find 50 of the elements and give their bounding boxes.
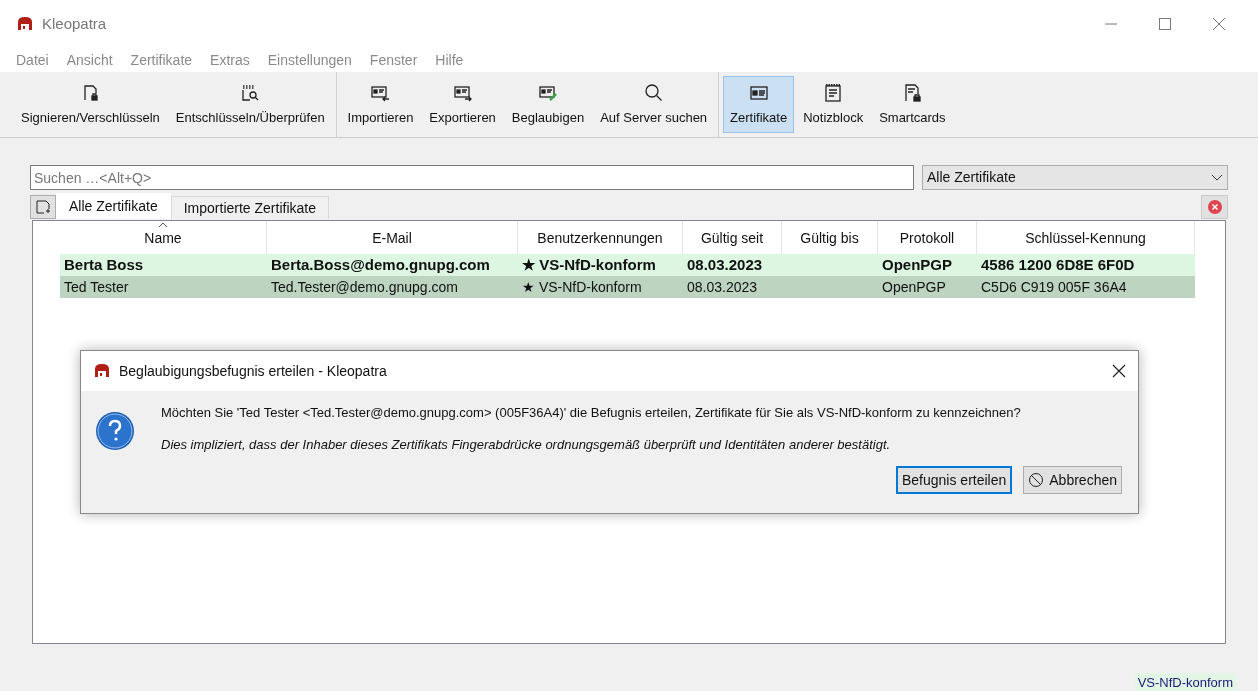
menu-item[interactable]: Datei	[16, 49, 49, 71]
tab[interactable]: Importierte Zertifikate	[170, 196, 329, 219]
close-icon	[1206, 199, 1223, 215]
toolbar-button[interactable]: Entschlüsseln/Überprüfen	[168, 76, 332, 133]
table-cell: 4586 1200 6D8E 6F0D	[981, 255, 1135, 273]
toolbar-button[interactable]: Beglaubigen	[504, 76, 592, 133]
menu-item[interactable]: Fenster	[369, 49, 418, 71]
table-cell: C5D6 C919 005F 36A4	[981, 278, 1127, 295]
table-row[interactable]: Ted Tester Ted.Tester@demo.gnupg.com ★ VS-NfD-konform 08.03.2023 OpenPGP C5D6 C919 005F 36A4	[60, 276, 1195, 298]
table-cell: Ted Tester	[64, 278, 129, 295]
toolbar-button[interactable]: Signieren/Verschlüsseln	[14, 76, 167, 133]
toolbar-button[interactable]: Auf Server suchen	[593, 76, 715, 133]
filter-dropdown[interactable]: Alle Zertifikate	[922, 165, 1228, 190]
cancel-icon	[1028, 472, 1045, 488]
toolbar-button[interactable]: Zertifikate	[723, 76, 795, 133]
new-tab-button[interactable]	[30, 195, 56, 219]
toolbar-button[interactable]: Notizblock	[796, 76, 871, 133]
table-cell: OpenPGP	[882, 278, 946, 295]
tab[interactable]: Alle Zertifikate	[56, 193, 171, 219]
new-tab-icon	[35, 199, 51, 215]
menu-item[interactable]: Extras	[210, 49, 250, 71]
close-icon[interactable]	[1112, 364, 1126, 378]
dialog-title: Beglaubigungsbefugnis erteilen - Kleopatra	[119, 361, 387, 381]
close-tab-button[interactable]	[1201, 195, 1228, 219]
menu-item[interactable]: Einstellungen	[267, 49, 352, 71]
toolbar-button[interactable]: Smartcards	[872, 76, 953, 133]
chevron-down-icon	[1211, 173, 1223, 182]
table-cell: 08.03.2023	[687, 278, 758, 295]
dialog-button[interactable]: Abbrechen	[1023, 466, 1122, 494]
app-logo-icon	[16, 16, 34, 32]
question-text: Möchten Sie 'Ted Tester <Ted.Tester@demo.gnupg.com> (005F36A4)' die Befugnis erteilen, Zertifikate für Sie als VS-NfD-konform zu kennzeichnen?	[161, 404, 1022, 422]
table-cell: OpenPGP	[882, 255, 952, 273]
table-cell: ★ VS-NfD-konform	[522, 278, 642, 295]
table-cell: Berta Boss	[64, 255, 144, 273]
table-row[interactable]: Berta Boss Berta.Boss@demo.gnupg.com ★ VS-NfD-konform 08.03.2023 OpenPGP 4586 1200 6D8E 6F0D	[60, 254, 1195, 276]
window-title: Kleopatra	[42, 13, 107, 34]
table-cell: Berta.Boss@demo.gnupg.com	[271, 255, 490, 273]
search-field[interactable]: Suchen …<Alt+Q>	[30, 165, 914, 190]
table-cell: Ted.Tester@demo.gnupg.com	[271, 278, 458, 295]
table-cell: ★ VS-NfD-konform	[522, 255, 656, 273]
compliance-status: VS-NfD-konform	[1134, 673, 1236, 691]
toolbar-button[interactable]: Importieren	[340, 76, 421, 133]
dialog-button[interactable]: Befugnis erteilen	[896, 466, 1013, 494]
toolbar-button[interactable]: Exportieren	[422, 76, 503, 133]
app-logo-icon	[93, 363, 111, 379]
menu-item[interactable]: Ansicht	[66, 49, 113, 71]
table-cell: 08.03.2023	[687, 255, 763, 273]
note-text: Dies impliziert, dass der Inhaber dieses Zertifikats Fingerabdrücke ordnungsgemäß überprüft und Identitäten anderer bestätigt.	[161, 435, 892, 454]
question-icon	[95, 411, 135, 451]
menu-item[interactable]: Zertifikate	[130, 49, 193, 71]
